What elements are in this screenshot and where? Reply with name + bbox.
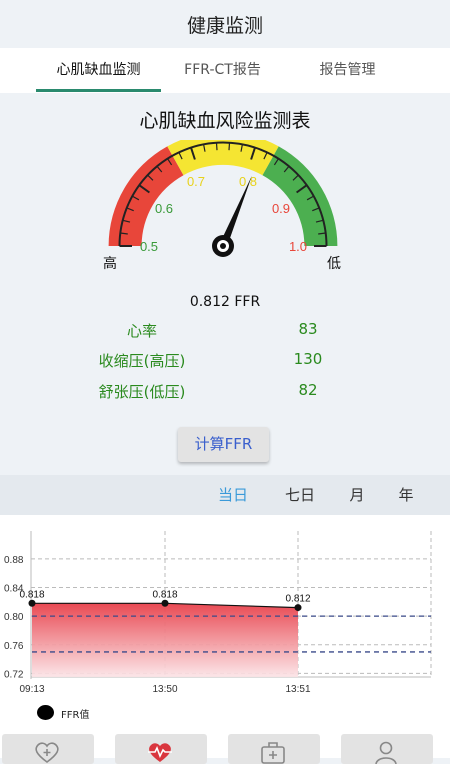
range-tab-year[interactable]: 年 xyxy=(381,475,431,515)
medical-kit-icon xyxy=(261,742,285,764)
ffr-trend-chart-svg: 0.720.760.800.840.880.818 0.818 0.81209:13… xyxy=(4,531,432,695)
range-tab-month[interactable]: 月 xyxy=(332,475,382,515)
gauge-tick-0-9: 0.9 xyxy=(272,201,290,216)
chart-data-label: 0.818 xyxy=(19,589,44,600)
legend-marker xyxy=(37,705,54,720)
range-tab-week[interactable]: 七日 xyxy=(275,475,325,515)
calculate-ffr-button[interactable]: 计算FFR xyxy=(178,427,269,462)
tab-report-management[interactable]: 报告管理 xyxy=(285,48,410,93)
diastolic-value: 82 xyxy=(298,381,318,399)
nav-button-profile[interactable] xyxy=(341,734,433,764)
chart-x-tick-label: 13:51 xyxy=(285,684,310,695)
tab-bar: 心肌缺血监测 FFR-CT报告 报告管理 xyxy=(0,48,450,93)
gauge-zone-mid xyxy=(167,140,279,176)
ffr-reading: 0.812 FFR xyxy=(189,294,261,310)
chart-data-point xyxy=(161,599,169,607)
systolic-value: 130 xyxy=(293,350,323,368)
chart-y-tick-label: 0.80 xyxy=(4,612,24,623)
chart-x-tick-label: 09:13 xyxy=(19,684,44,695)
heart-plus-icon xyxy=(35,742,59,763)
chart-data-point xyxy=(28,599,36,607)
heart-rate-value: 83 xyxy=(298,320,318,338)
ffr-trend-chart: 0.72 0.76 0.80 0.84 0.88 0.818 0.818 0.812 09:13… xyxy=(0,515,450,727)
range-tab-today[interactable]: 当日 xyxy=(208,475,258,515)
chart-y-tick-label: 0.88 xyxy=(4,555,24,566)
gauge-minor-tick xyxy=(215,142,218,151)
heart-rate-label: 心率 xyxy=(126,322,157,340)
chart-area-fill xyxy=(32,603,298,677)
gauge-tick-0-7: 0.7 xyxy=(187,174,205,189)
tab-ffr-ct-report[interactable]: FFR-CT报告 xyxy=(160,48,285,93)
heartbeat-icon xyxy=(148,743,172,762)
chart-data-label: 0.812 xyxy=(285,594,310,605)
nav-button-medical[interactable] xyxy=(228,734,320,764)
systolic-label: 收缩压(高压) xyxy=(98,352,186,370)
gauge-panel-title: 心肌缺血风险监测表 xyxy=(139,110,311,132)
chart-data-label: 0.818 xyxy=(152,589,177,600)
chart-x-tick-label: 13:50 xyxy=(152,684,177,695)
active-tab-indicator xyxy=(36,89,161,92)
chart-y-tick-label: 0.72 xyxy=(4,669,24,680)
diastolic-label: 舒张压(低压) xyxy=(98,383,186,401)
gauge-minor-tick xyxy=(228,142,231,151)
tab-ischemia-monitoring[interactable]: 心肌缺血监测 xyxy=(36,48,161,93)
gauge-high-label: 高 xyxy=(103,255,117,272)
chart-data-point xyxy=(294,604,302,612)
bottom-navigation xyxy=(0,727,450,764)
chart-y-tick-label: 0.76 xyxy=(4,641,24,652)
time-range-bar: 当日 七日 月 年 xyxy=(0,475,450,515)
gauge-tick-1-0: 1.0 xyxy=(289,239,307,254)
gauge-low-label: 低 xyxy=(327,256,341,272)
nav-button-health-add[interactable] xyxy=(2,734,94,764)
user-icon xyxy=(375,741,397,764)
nav-button-monitor[interactable] xyxy=(115,734,207,764)
page-title: 健康监测 xyxy=(0,0,450,48)
gauge-tick-0-5: 0.5 xyxy=(140,239,158,254)
gauge-tick-0-6: 0.6 xyxy=(155,201,173,216)
legend-label: FFR值 xyxy=(61,710,90,721)
risk-gauge: 0.5 0.6 0.7 0.8 0.9 1.0 高 低 xyxy=(103,140,341,272)
